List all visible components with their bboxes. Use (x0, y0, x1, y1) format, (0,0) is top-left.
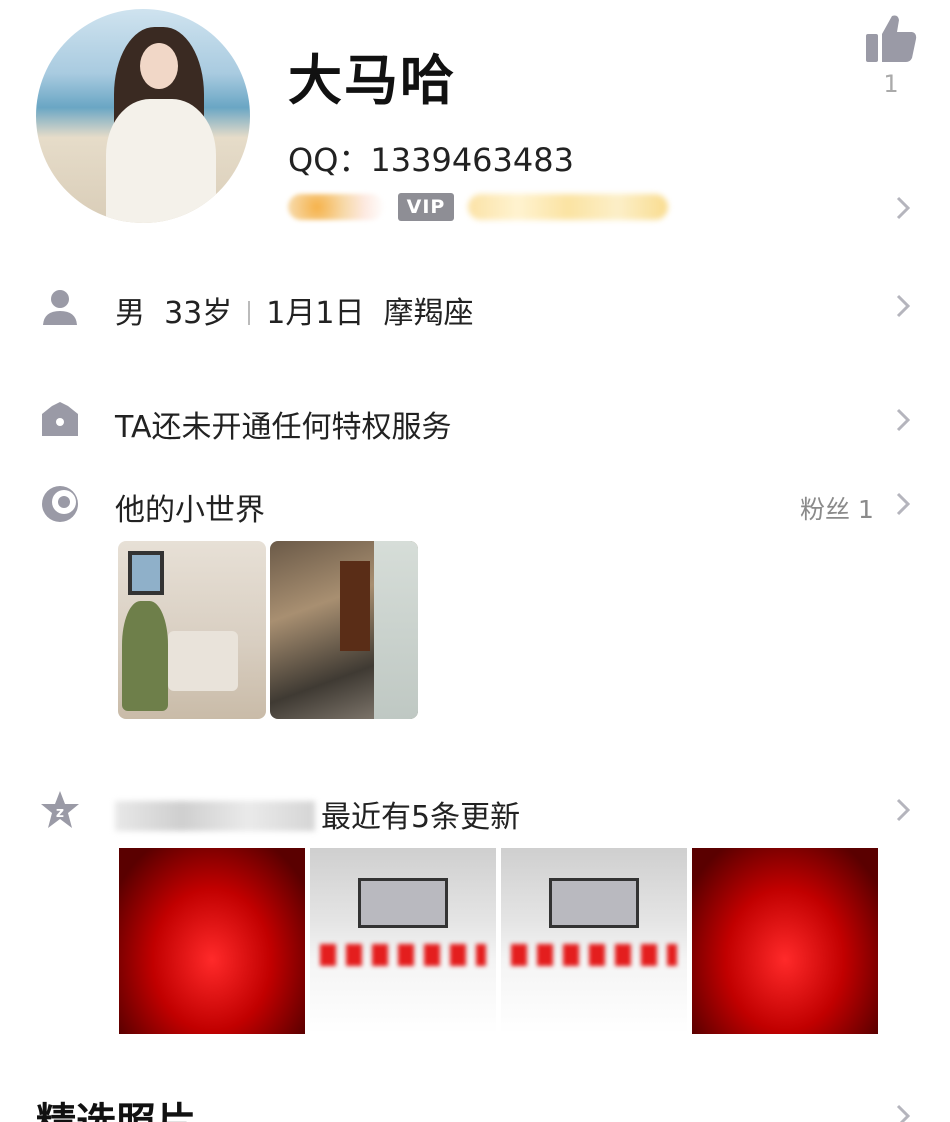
tv-image (358, 878, 448, 928)
door-image (340, 561, 370, 651)
crown-icon (40, 400, 80, 440)
space-photo[interactable] (119, 848, 305, 1034)
window-image (128, 551, 164, 595)
space-photo[interactable] (501, 848, 687, 1034)
space-photo[interactable] (692, 848, 878, 1034)
badges-row[interactable]: VIP (288, 190, 668, 224)
avatar-dress (106, 99, 216, 223)
armchair-image (168, 631, 238, 691)
person-icon (40, 286, 80, 326)
blurred-badge (288, 194, 384, 220)
qzone-star-icon: z (40, 790, 80, 830)
chevron-right-icon[interactable] (896, 196, 911, 220)
space-update[interactable]: 最近有5条更新 (115, 792, 520, 836)
gender: 男 (115, 296, 145, 331)
blurred-space-name (115, 801, 315, 831)
privilege-text[interactable]: TA还未开通任何特权服务 (115, 402, 452, 446)
chevron-right-icon[interactable] (896, 492, 911, 516)
plant-image (122, 601, 168, 711)
featured-photos-title: 精选照片 (36, 1090, 196, 1122)
world-photo[interactable] (270, 541, 418, 719)
like-count: 1 (883, 70, 899, 98)
basic-info[interactable]: 男 33岁 1月1日 摩羯座 (115, 288, 474, 332)
fans-count: 粉丝 1 (800, 495, 874, 524)
chevron-right-icon[interactable] (896, 294, 911, 318)
tv-image (549, 878, 639, 928)
chevron-right-icon[interactable] (896, 408, 911, 432)
avatar[interactable] (36, 9, 250, 223)
zodiac: 摩羯座 (383, 296, 474, 331)
qq-number: QQ：1339463483 (288, 141, 574, 179)
profile-name: 大马哈 (288, 49, 456, 112)
petals-image (320, 944, 486, 966)
divider (248, 301, 251, 325)
screen-image (374, 541, 418, 719)
world-photo[interactable] (118, 541, 266, 719)
petals-image (511, 944, 677, 966)
small-world-title[interactable]: 他的小世界 (115, 485, 265, 529)
moon-icon (40, 484, 80, 524)
avatar-face (140, 43, 178, 89)
thumbs-up-icon[interactable] (862, 10, 918, 66)
chevron-right-icon[interactable] (896, 1104, 911, 1122)
age: 33岁 (164, 296, 233, 331)
vip-badge: VIP (398, 193, 454, 221)
space-update-text: 最近有5条更新 (321, 800, 521, 835)
chevron-right-icon[interactable] (896, 798, 911, 822)
svg-text:z: z (56, 805, 64, 821)
blurred-level-badges (468, 194, 668, 220)
birthday: 1月1日 (266, 296, 365, 331)
space-photo[interactable] (310, 848, 496, 1034)
